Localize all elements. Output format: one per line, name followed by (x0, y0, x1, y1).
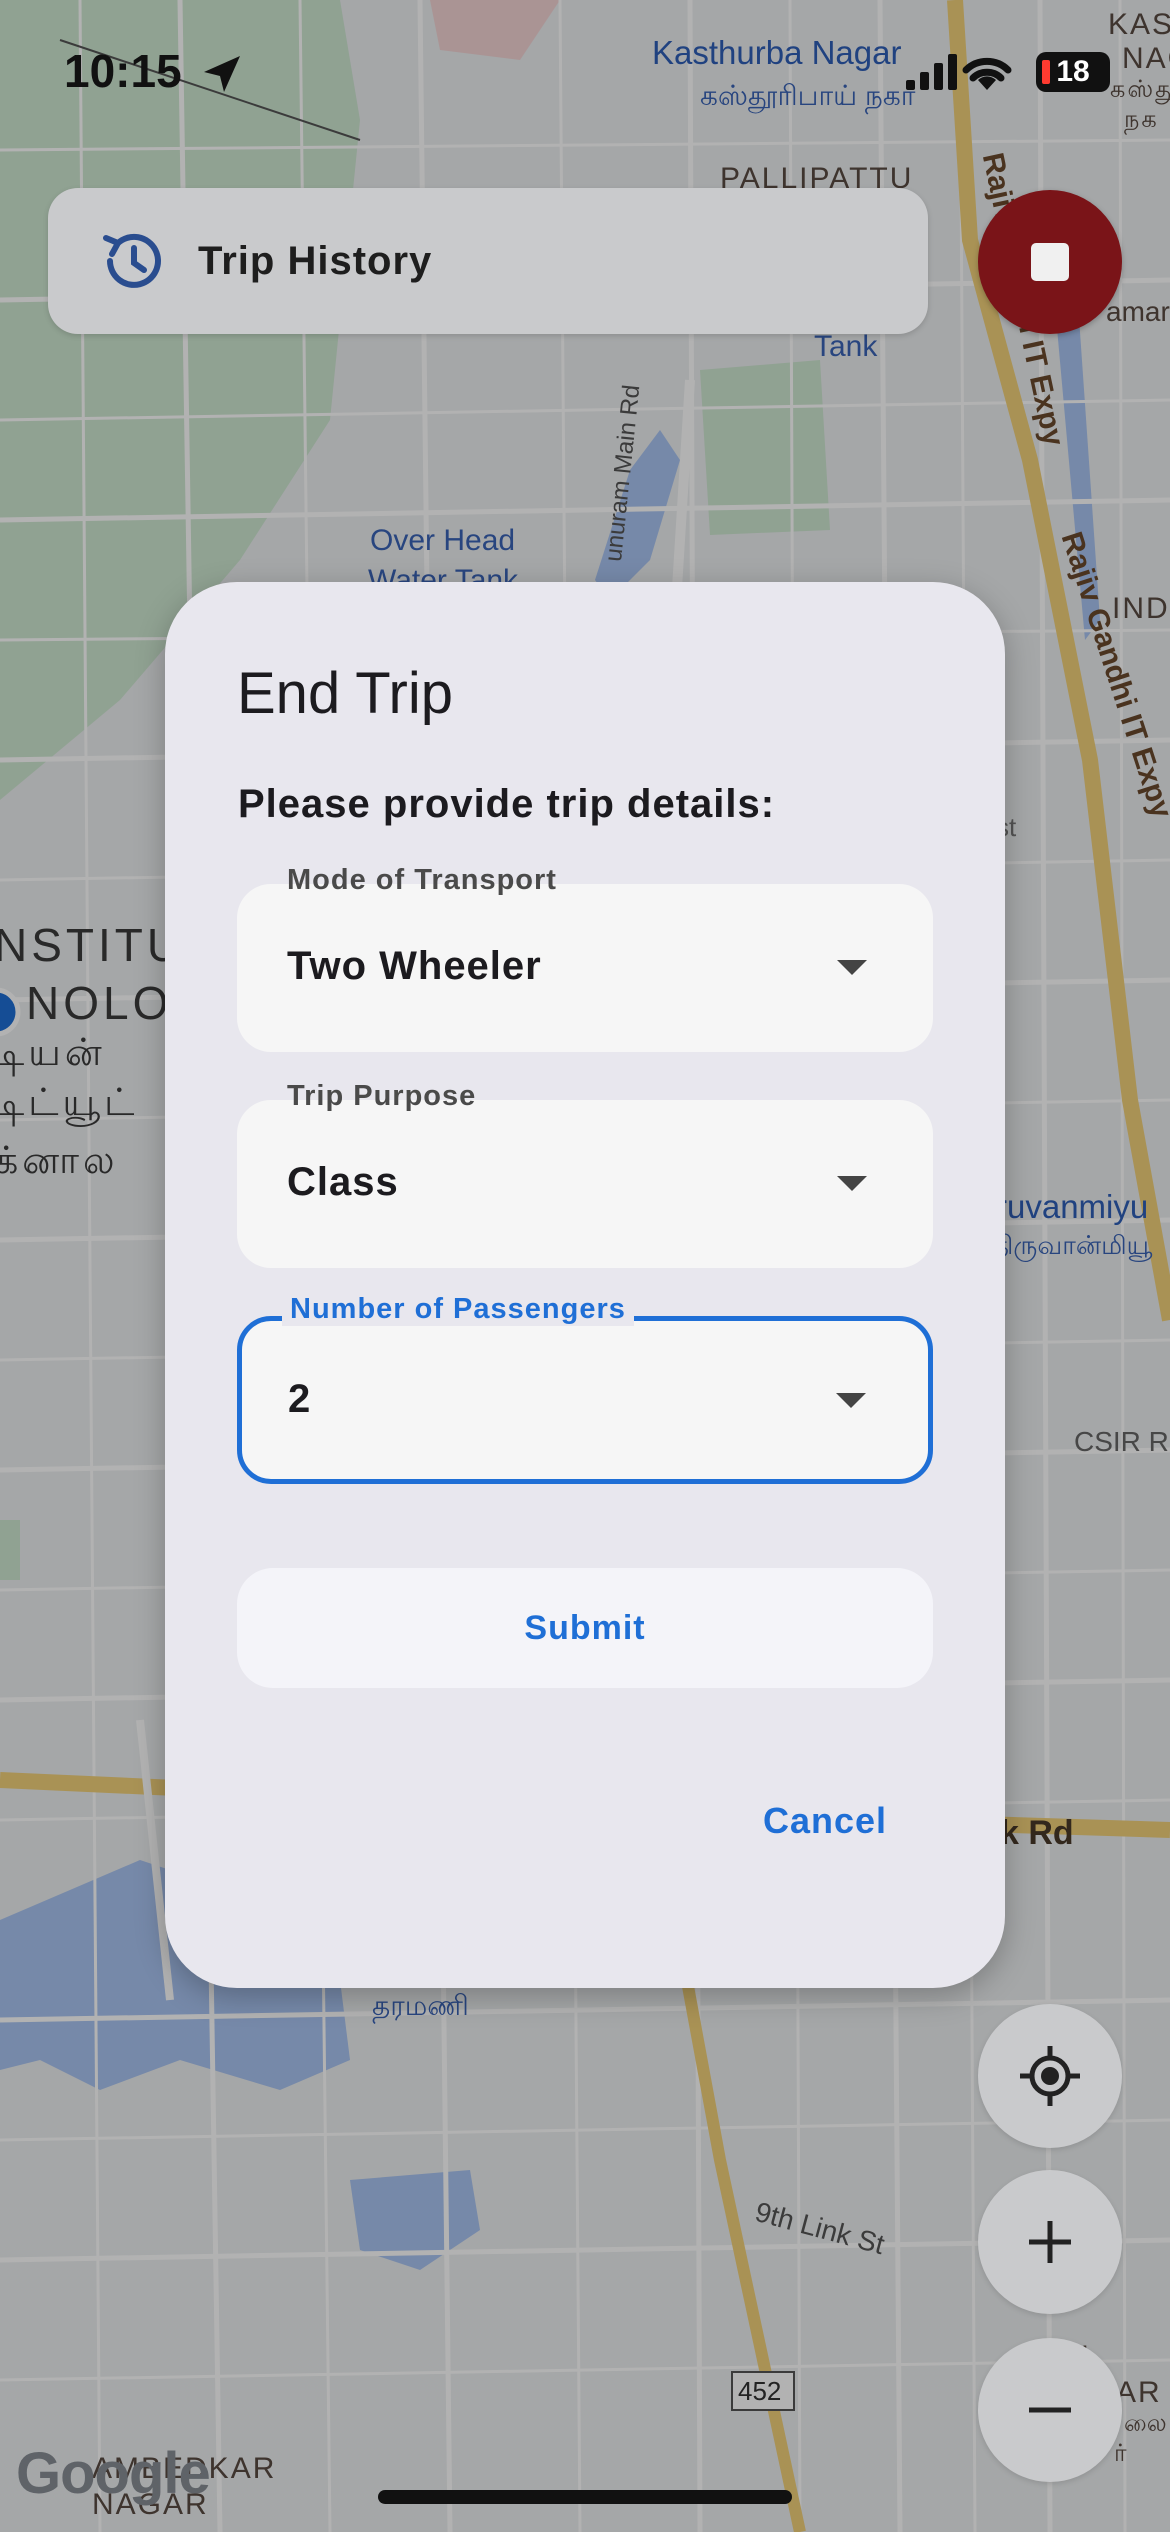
mode-of-transport-dropdown[interactable]: Mode of Transport Two Wheeler (237, 864, 933, 1052)
plus-icon (1029, 2221, 1071, 2263)
zoom-in-button[interactable] (978, 2170, 1122, 2314)
battery-low-indicator (1042, 60, 1050, 84)
number-of-passengers-value: 2 (288, 1377, 312, 1421)
status-bar: 10:15 18 (0, 0, 1170, 140)
trip-purpose-value: Class (287, 1160, 399, 1204)
chevron-down-icon (837, 960, 867, 975)
status-time: 10:15 (64, 45, 182, 97)
app-screen: Kasthurba Nagar கஸ்தூரிபாய் நகர் KASTU N… (0, 0, 1170, 2532)
chevron-down-icon (836, 1393, 866, 1408)
mode-of-transport-label: Mode of Transport (287, 864, 557, 896)
google-logo: Google (16, 2441, 211, 2506)
wifi-icon (962, 57, 1012, 90)
location-arrow-icon (204, 56, 240, 92)
cellular-signal-icon (906, 54, 957, 90)
history-icon (103, 233, 161, 288)
battery-level: 18 (1056, 55, 1090, 88)
stop-icon (1031, 243, 1069, 281)
battery-icon: 18 (1036, 52, 1110, 92)
home-indicator[interactable] (378, 2490, 792, 2504)
number-of-passengers-label: Number of Passengers (282, 1293, 634, 1326)
stop-trip-button[interactable] (978, 190, 1122, 334)
trip-history-label: Trip History (198, 238, 433, 283)
chevron-down-icon (837, 1176, 867, 1191)
trip-history-button[interactable]: Trip History (48, 188, 928, 334)
zoom-out-button[interactable] (978, 2338, 1122, 2482)
mode-of-transport-value: Two Wheeler (287, 944, 542, 988)
end-trip-dialog: End Trip Please provide trip details: Mo… (165, 582, 1005, 1988)
dialog-subtitle: Please provide trip details: (238, 782, 776, 826)
trip-purpose-dropdown[interactable]: Trip Purpose Class (237, 1080, 933, 1268)
cancel-button[interactable]: Cancel (763, 1800, 887, 1842)
number-of-passengers-dropdown[interactable]: Number of Passengers 2 (237, 1293, 933, 1484)
my-location-button[interactable] (978, 2004, 1122, 2148)
submit-button[interactable]: Submit (237, 1568, 933, 1688)
my-location-icon (1020, 2046, 1080, 2106)
trip-purpose-label: Trip Purpose (287, 1080, 477, 1112)
dialog-title: End Trip (237, 661, 453, 726)
minus-icon (1029, 2407, 1071, 2413)
